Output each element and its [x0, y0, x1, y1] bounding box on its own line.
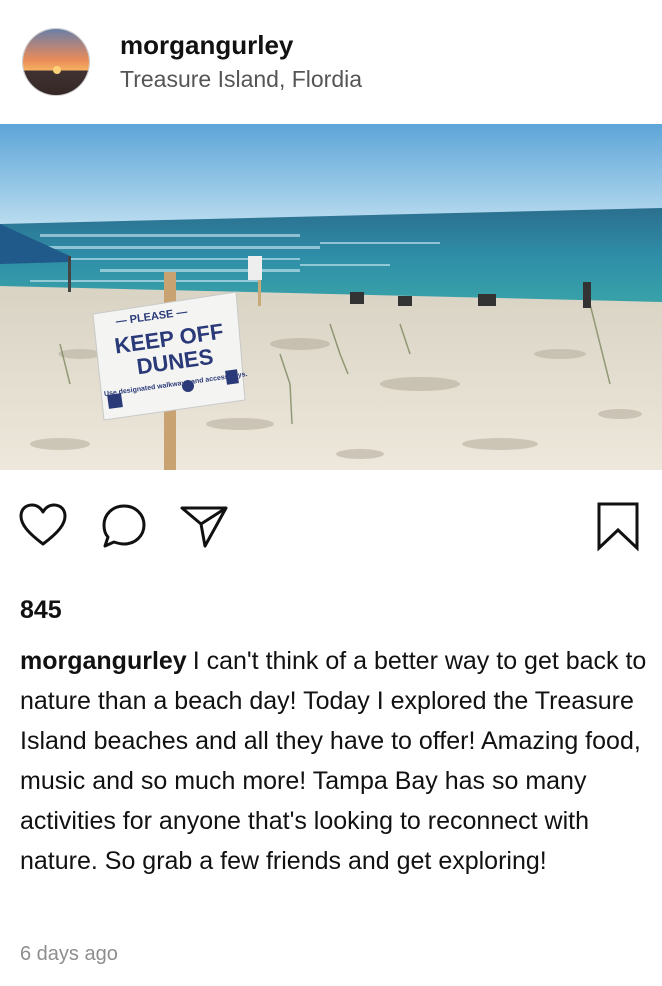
bookmark-icon — [597, 502, 639, 552]
caption-username[interactable]: morgangurley — [20, 647, 187, 675]
paper-plane-icon — [180, 506, 228, 548]
post-caption: morgangurley I can't think of a better wa… — [20, 641, 650, 881]
save-button[interactable] — [592, 500, 644, 552]
post-action-bar — [0, 470, 662, 580]
like-button[interactable] — [17, 500, 69, 552]
like-count[interactable]: 845 — [20, 596, 62, 625]
post-location[interactable]: Treasure Island, Flordia — [120, 66, 362, 93]
caption-text: I can't think of a better way to get bac… — [20, 647, 647, 875]
heart-icon — [19, 503, 67, 546]
post-author-username[interactable]: morgangurley — [120, 30, 293, 61]
post-photo[interactable]: — PLEASE — KEEP OFF DUNES Use designated… — [0, 124, 662, 470]
comment-button[interactable] — [98, 500, 150, 552]
share-button[interactable] — [178, 500, 230, 552]
avatar[interactable] — [22, 28, 90, 96]
comment-bubble-icon — [102, 504, 146, 548]
post-timestamp: 6 days ago — [20, 943, 118, 965]
keep-off-dunes-sign: — PLEASE — KEEP OFF DUNES Use designated… — [92, 291, 248, 421]
post-header: morgangurley Treasure Island, Flordia — [0, 0, 662, 124]
